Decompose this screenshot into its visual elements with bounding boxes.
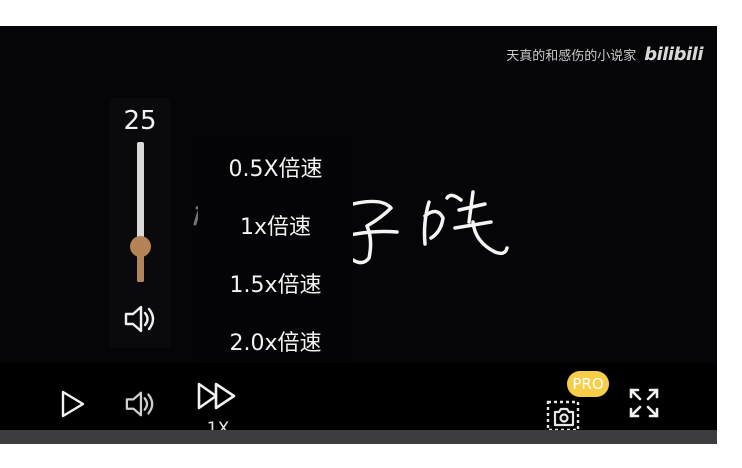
fast-forward-icon[interactable] [196, 381, 238, 411]
screenshot-icon[interactable] [546, 396, 582, 432]
control-bar: 1X PRO [0, 363, 717, 439]
speed-option-2x[interactable]: 2.0x倍速 [198, 325, 353, 357]
speed-option-1x[interactable]: 1x倍速 [198, 209, 353, 241]
pro-badge: PRO [567, 371, 609, 397]
play-icon[interactable] [58, 389, 88, 419]
volume-button-icon[interactable] [122, 389, 158, 419]
progress-bar[interactable] [0, 430, 717, 444]
fullscreen-icon[interactable] [628, 387, 660, 419]
watermark-channel: 天真的和感伤的小说家 [506, 49, 637, 64]
watermark: 天真的和感伤的小说家 bilibili [506, 44, 703, 65]
bilibili-logo: bilibili [644, 44, 703, 65]
speed-option-1-5x[interactable]: 1.5x倍速 [198, 267, 353, 299]
volume-icon[interactable] [123, 303, 157, 335]
volume-slider[interactable] [130, 142, 151, 282]
playback-speed-menu: 0.5X倍速 1x倍速 1.5x倍速 2.0x倍速 [198, 136, 353, 361]
video-player[interactable]: 天真的和感伤的小说家 bilibili 25 0.5X倍速 1x倍速 1.5x倍… [0, 26, 717, 444]
volume-slider-handle[interactable] [130, 236, 151, 257]
speed-option-0-5x[interactable]: 0.5X倍速 [198, 151, 353, 183]
volume-panel: 25 [110, 98, 170, 348]
volume-value: 25 [123, 106, 157, 136]
